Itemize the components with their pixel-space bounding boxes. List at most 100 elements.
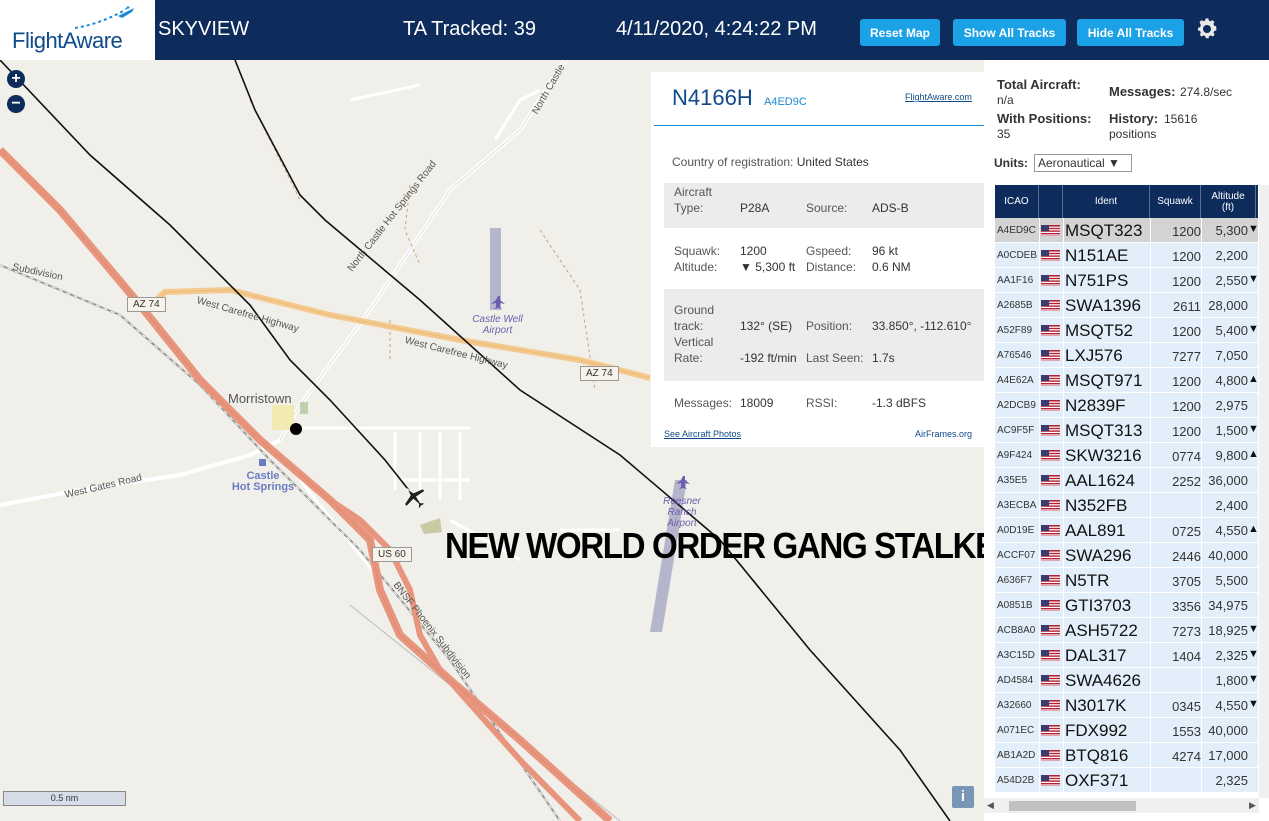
total-aircraft-label: Total Aircraft: xyxy=(997,77,1081,92)
with-positions-label: With Positions: xyxy=(997,111,1092,126)
row-altitude: 5,400 xyxy=(1215,323,1248,338)
app-name: SKYVIEW xyxy=(158,18,250,40)
table-row[interactable]: A4E62A MSQT971 1200 4,800 ▲ xyxy=(995,368,1259,393)
row-ident: N151AE xyxy=(1065,246,1129,265)
us-flag-icon xyxy=(1041,625,1060,636)
row-ident: SWA1396 xyxy=(1065,296,1141,315)
aircraft-photos-link[interactable]: See Aircraft Photos xyxy=(664,429,741,439)
row-altitude: 2,325 xyxy=(1215,773,1248,788)
table-row[interactable]: A2DCB9 N2839F 1200 2,975 xyxy=(995,393,1258,418)
table-row[interactable]: A32660 N3017K 0345 4,550 ▼ xyxy=(995,693,1259,718)
row-ident: LXJ576 xyxy=(1065,346,1123,365)
col-ident[interactable]: Ident xyxy=(1063,185,1150,218)
row-altitude: 36,000 xyxy=(1208,473,1248,488)
table-row[interactable]: A3C15D DAL317 1404 2,325 ▼ xyxy=(995,643,1259,668)
table-row[interactable]: A54D2B OXF371 2,325 xyxy=(995,768,1258,793)
row-icao: ACB8A0 xyxy=(997,625,1036,636)
row-ident: N5TR xyxy=(1065,571,1110,590)
history-unit: positions xyxy=(1109,127,1157,141)
table-row[interactable]: A52F89 MSQT52 1200 5,400 ▼ xyxy=(995,318,1259,343)
row-altitude: 17,000 xyxy=(1208,748,1248,763)
total-aircraft-value: n/a xyxy=(997,93,1014,107)
row-icao: A4ED9C xyxy=(997,225,1036,236)
flightaware-logo[interactable]: FlightAware xyxy=(0,0,155,60)
table-row[interactable]: AB1A2D BTQ816 4274 17,000 xyxy=(995,743,1258,768)
row-ident: OXF371 xyxy=(1065,771,1129,790)
zoom-in-button[interactable]: + xyxy=(7,70,25,88)
table-row[interactable]: AC9F5F MSQT313 1200 1,500 ▼ xyxy=(995,418,1259,443)
col-icao[interactable]: ICAO xyxy=(995,185,1039,218)
gear-icon[interactable] xyxy=(1195,17,1219,41)
last-seen: 1.7s xyxy=(872,351,895,365)
vertical-scrollbar[interactable] xyxy=(1259,185,1269,798)
table-row[interactable]: ACCF07 SWA296 2446 40,000 xyxy=(995,543,1258,568)
table-row[interactable]: A636F7 N5TR 3705 5,500 xyxy=(995,568,1258,593)
messages-count: 18009 xyxy=(740,396,774,410)
row-ident: SKW3216 xyxy=(1065,446,1142,465)
airframes-link[interactable]: AirFrames.org xyxy=(915,429,972,439)
horizontal-scrollbar[interactable]: ◀ ▶ xyxy=(984,798,1259,813)
row-ident: N2839F xyxy=(1065,396,1126,415)
row-ident: AAL891 xyxy=(1065,521,1126,540)
row-ident: MSQT323 xyxy=(1065,221,1143,240)
row-ident: MSQT971 xyxy=(1065,371,1143,390)
row-squawk: 3356 xyxy=(1172,599,1201,614)
table-row[interactable]: A0CDEB N151AE 1200 2,200 xyxy=(995,243,1258,268)
table-row[interactable]: A071EC FDX992 1553 40,000 xyxy=(995,718,1258,743)
table-row[interactable]: A9F424 SKW3216 0774 9,800 ▲ xyxy=(995,443,1259,468)
table-row[interactable]: A4ED9C MSQT323 1200 5,300 ▼ xyxy=(995,218,1259,243)
table-row[interactable]: AD4584 SWA4626 1,800 ▼ xyxy=(995,668,1259,693)
divider xyxy=(654,125,984,126)
row-ident: GTI3703 xyxy=(1065,596,1132,615)
label-castle-well-airport: Castle Well Airport xyxy=(472,314,523,336)
col-flag[interactable] xyxy=(1039,185,1063,218)
col-altitude[interactable]: Altitude (ft) xyxy=(1201,185,1256,218)
flightaware-link[interactable]: FlightAware.com xyxy=(905,92,972,102)
row-squawk: 1553 xyxy=(1172,724,1201,739)
vertical-rate: -192 ft/min xyxy=(740,351,797,365)
table-row[interactable]: ACB8A0 ASH5722 7273 18,925 ▼ xyxy=(995,618,1259,643)
us-flag-icon xyxy=(1041,275,1060,286)
row-icao: AD4584 xyxy=(997,675,1034,686)
altitude: ▼ 5,300 ft xyxy=(740,260,796,274)
label-castle-hot-springs: Castle Hot Springs xyxy=(231,470,295,493)
scale-bar: 0.5 nm xyxy=(3,791,126,806)
messages-value: 274.8/sec xyxy=(1180,85,1233,99)
table-row[interactable]: A35E5 AAL1624 2252 36,000 xyxy=(995,468,1258,493)
az74-shield-1: AZ 74 xyxy=(127,297,166,312)
logo-text: FlightAware xyxy=(12,28,123,53)
reset-map-button[interactable]: Reset Map xyxy=(860,19,940,46)
col-squawk[interactable]: Squawk xyxy=(1150,185,1201,218)
scroll-thumb[interactable] xyxy=(1009,801,1136,811)
table-row[interactable]: A3ECBA N352FB 2,400 xyxy=(995,493,1258,518)
row-altitude: 2,975 xyxy=(1215,398,1248,413)
table-row[interactable]: A76546 LXJ576 7277 7,050 xyxy=(995,343,1258,368)
table-row[interactable]: A2685B SWA1396 2611 28,000 xyxy=(995,293,1258,318)
row-altitude: 5,300 xyxy=(1215,223,1248,238)
table-row[interactable]: A0D19E AAL891 0725 4,550 ▲ xyxy=(995,518,1259,543)
table-row[interactable]: A0851B GTI3703 3356 34,975 xyxy=(995,593,1258,618)
row-altitude: 34,975 xyxy=(1208,598,1248,613)
row-altitude: 2,200 xyxy=(1215,248,1248,263)
scroll-right-icon[interactable]: ▶ xyxy=(1249,800,1256,811)
us-flag-icon xyxy=(1041,775,1060,786)
units-select[interactable]: Aeronautical ▼ xyxy=(1034,154,1132,172)
zoom-out-button[interactable]: − xyxy=(7,95,25,113)
selected-aircraft-icon[interactable] xyxy=(398,481,431,514)
scroll-left-icon[interactable]: ◀ xyxy=(987,800,994,811)
row-squawk: 1200 xyxy=(1172,374,1201,389)
hide-all-tracks-button[interactable]: Hide All Tracks xyxy=(1077,19,1184,46)
us-flag-icon xyxy=(1041,300,1060,311)
show-all-tracks-button[interactable]: Show All Tracks xyxy=(953,19,1066,46)
info-button[interactable]: i xyxy=(952,786,974,808)
position-block: Ground track: 132° (SE) Position: 33.850… xyxy=(664,289,984,381)
row-icao: A52F89 xyxy=(997,325,1033,336)
row-ident: N352FB xyxy=(1065,496,1128,515)
row-vertical-arrow: ▼ xyxy=(1248,698,1259,710)
row-icao: A2685B xyxy=(997,300,1033,311)
row-icao: A0CDEB xyxy=(997,250,1038,261)
aircraft-type: P28A xyxy=(740,201,770,215)
us-flag-icon xyxy=(1041,325,1060,336)
row-squawk: 1200 xyxy=(1172,224,1201,239)
table-row[interactable]: AA1F16 N751PS 1200 2,550 ▼ xyxy=(995,268,1259,293)
